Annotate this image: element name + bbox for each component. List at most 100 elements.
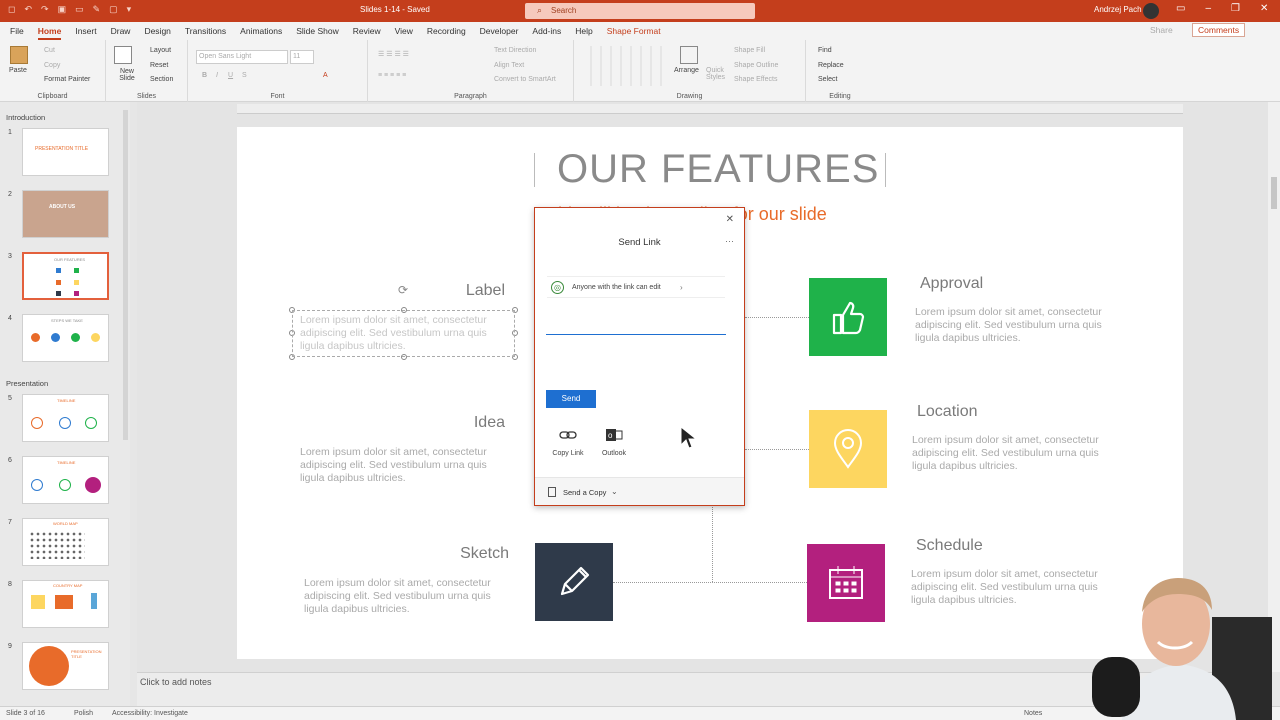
section-button[interactable]: Section <box>150 76 173 83</box>
send-a-copy-bar[interactable]: Send a Copy ⌄ <box>535 477 744 505</box>
shape-fill-button[interactable]: Shape Fill <box>734 47 765 54</box>
shape-effects-button[interactable]: Shape Effects <box>734 76 777 83</box>
section-presentation[interactable]: Presentation <box>6 379 48 388</box>
more-commands-icon[interactable]: ▾ <box>127 4 132 15</box>
bold-icon[interactable]: B <box>202 72 207 79</box>
font-color-icon[interactable]: A <box>323 72 328 79</box>
paste-icon[interactable] <box>10 46 28 64</box>
tab-transitions[interactable]: Transitions <box>185 26 226 36</box>
sketch-heading[interactable]: Sketch <box>433 545 509 563</box>
close-icon[interactable]: ✕ <box>1260 3 1268 14</box>
accessibility-status[interactable]: Accessibility: Investigate <box>112 710 188 717</box>
tab-view[interactable]: View <box>395 26 413 36</box>
slide-thumb-4[interactable]: STEPS WE TAKE <box>22 314 109 362</box>
link-settings-button[interactable]: ◎ Anyone with the link can edit › <box>547 276 725 298</box>
new-slide-icon[interactable] <box>114 46 132 64</box>
idea-heading[interactable]: Idea <box>433 414 505 432</box>
rotate-handle-icon[interactable]: ⟳ <box>398 283 408 297</box>
font-size-field[interactable]: 11 <box>290 50 314 64</box>
approval-heading[interactable]: Approval <box>920 275 983 293</box>
shape-outline-button[interactable]: Shape Outline <box>734 62 778 69</box>
avatar[interactable] <box>1143 3 1159 19</box>
approval-body[interactable]: Lorem ipsum dolor sit amet, consectetur … <box>915 306 1129 345</box>
ribbon-display-icon[interactable]: ▭ <box>1176 3 1185 14</box>
quick-styles-button[interactable]: Quick Styles <box>706 67 732 81</box>
document-title[interactable]: Slides 1-14 - Saved <box>360 5 430 14</box>
thumbnails-scrollbar[interactable] <box>123 110 128 440</box>
arrange-button[interactable]: Arrange <box>674 67 699 74</box>
tab-design[interactable]: Design <box>144 26 170 36</box>
sketch-tile[interactable] <box>535 543 613 621</box>
tab-developer[interactable]: Developer <box>480 26 519 36</box>
shadow-icon[interactable]: S <box>242 72 247 79</box>
tab-recording[interactable]: Recording <box>427 26 466 36</box>
send-button[interactable]: Send <box>546 390 596 408</box>
tab-animations[interactable]: Animations <box>240 26 282 36</box>
text-direction-button[interactable]: Text Direction <box>494 47 536 54</box>
tab-add-ins[interactable]: Add-ins <box>532 26 561 36</box>
section-introduction[interactable]: Introduction <box>6 113 45 122</box>
idea-body[interactable]: Lorem ipsum dolor sit amet, consectetur … <box>300 446 514 485</box>
language-indicator[interactable]: Polish <box>74 710 93 717</box>
copy-button[interactable]: Copy <box>44 62 60 69</box>
tab-help[interactable]: Help <box>575 26 592 36</box>
tab-review[interactable]: Review <box>353 26 381 36</box>
schedule-tile[interactable] <box>807 544 885 622</box>
slide-thumb-6[interactable]: TIMELINE <box>22 456 109 504</box>
draw-icon[interactable]: ✎ <box>93 4 101 15</box>
sketch-body[interactable]: Lorem ipsum dolor sit amet, consectetur … <box>304 577 518 616</box>
location-body[interactable]: Lorem ipsum dolor sit amet, consectetur … <box>912 434 1126 473</box>
shapes-gallery[interactable] <box>582 46 670 86</box>
location-heading[interactable]: Location <box>917 403 978 421</box>
cut-button[interactable]: Cut <box>44 47 55 54</box>
new-slide-button[interactable]: New Slide <box>112 68 142 82</box>
copy-link-button[interactable]: Copy Link <box>548 426 588 457</box>
align-icons[interactable]: ≡ ≡ ≡ ≡ ≡ <box>378 72 406 79</box>
undo-icon[interactable]: ↶ <box>24 4 32 15</box>
close-icon[interactable]: ✕ <box>726 214 734 225</box>
slide-thumb-5[interactable]: TIMELINE <box>22 394 109 442</box>
outlook-button[interactable]: o Outlook <box>594 426 634 457</box>
tab-draw[interactable]: Draw <box>111 26 131 36</box>
maximize-icon[interactable]: ❐ <box>1231 3 1240 14</box>
format-icon[interactable]: ▢ <box>109 4 118 15</box>
reset-button[interactable]: Reset <box>150 62 168 69</box>
replace-button[interactable]: Replace <box>818 62 844 69</box>
arrange-icon[interactable] <box>680 46 698 64</box>
more-options-icon[interactable]: ··· <box>725 236 734 246</box>
redo-icon[interactable]: ↷ <box>41 4 49 15</box>
slide-thumb-8[interactable]: COUNTRY MAP <box>22 580 109 628</box>
paste-button[interactable]: Paste <box>9 67 27 74</box>
recipient-input[interactable] <box>546 334 726 335</box>
notes-toggle[interactable]: Notes <box>1024 710 1042 717</box>
format-painter-button[interactable]: Format Painter <box>44 76 90 83</box>
save-icon[interactable]: ▣ <box>58 4 67 15</box>
minimize-icon[interactable]: – <box>1205 3 1211 14</box>
select-button[interactable]: Select <box>818 76 837 83</box>
approval-tile[interactable] <box>809 278 887 356</box>
schedule-heading[interactable]: Schedule <box>916 537 983 555</box>
tab-slide-show[interactable]: Slide Show <box>296 26 339 36</box>
user-name[interactable]: Andrzej Pach <box>1094 5 1142 14</box>
tab-home[interactable]: Home <box>37 26 61 40</box>
italic-icon[interactable]: I <box>216 72 218 79</box>
slide-thumb-7[interactable]: WORLD MAP <box>22 518 109 566</box>
label-heading[interactable]: Label <box>433 282 505 300</box>
find-button[interactable]: Find <box>818 47 832 54</box>
search-box[interactable]: ⌕ Search <box>525 3 755 19</box>
tab-shape-format[interactable]: Shape Format <box>607 26 661 36</box>
bullets-icon[interactable]: ☰ ☰ ☰ ☰ <box>378 50 409 58</box>
slide-title[interactable]: OUR FEATURES <box>557 147 879 192</box>
slide-thumb-9[interactable]: PRESENTATION TITLE <box>22 642 109 690</box>
autosave-icon[interactable]: ◻ <box>8 4 15 15</box>
slide-thumb-1[interactable]: PRESENTATION TITLE <box>22 128 109 176</box>
font-family-field[interactable]: Open Sans Light <box>196 50 288 64</box>
comments-button[interactable]: Comments <box>1192 23 1246 37</box>
present-icon[interactable]: ▭ <box>75 4 84 15</box>
underline-icon[interactable]: U <box>228 72 233 79</box>
convert-smartart-button[interactable]: Convert to SmartArt <box>494 76 556 83</box>
tab-file[interactable]: File <box>10 26 24 36</box>
slide-thumb-3[interactable]: OUR FEATURES <box>22 252 109 300</box>
scroll-thumb[interactable] <box>1271 177 1277 209</box>
layout-button[interactable]: Layout <box>150 47 171 54</box>
